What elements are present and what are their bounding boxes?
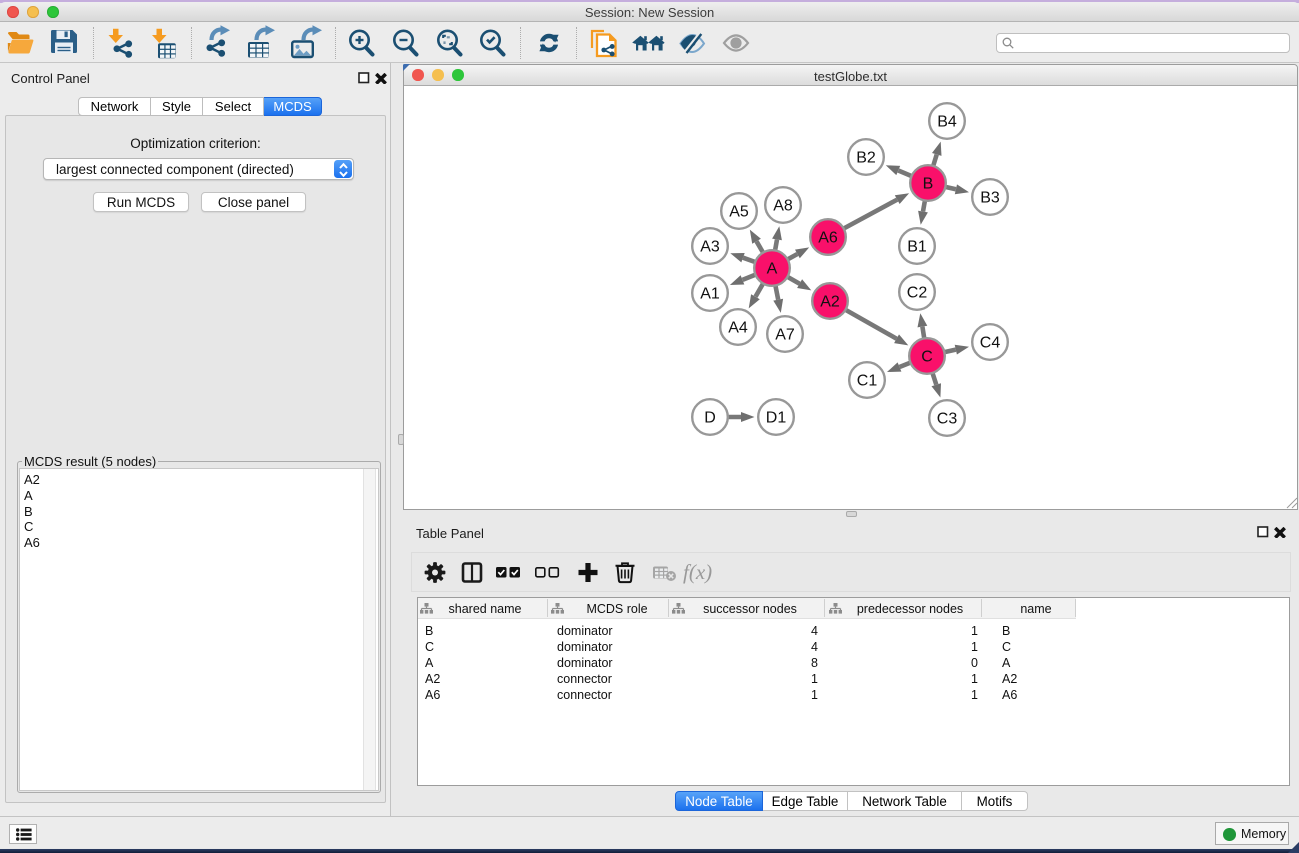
svg-text:B4: B4 [937,114,957,131]
svg-text:A6: A6 [818,230,838,247]
svg-text:C1: C1 [857,373,878,390]
svg-text:A7: A7 [775,327,795,344]
svg-text:A2: A2 [820,294,840,311]
svg-text:D1: D1 [766,410,787,427]
svg-text:C: C [921,349,933,366]
svg-text:A3: A3 [700,239,720,256]
svg-text:A5: A5 [729,204,749,221]
svg-text:A: A [767,261,778,278]
svg-text:C4: C4 [980,335,1001,352]
svg-text:f(x): f(x) [683,560,712,584]
svg-text:B3: B3 [980,190,1000,207]
svg-text:C2: C2 [907,285,928,302]
svg-text:A4: A4 [728,320,748,337]
svg-text:B1: B1 [907,239,927,256]
svg-text:A8: A8 [773,198,793,215]
svg-text:B2: B2 [856,150,876,167]
svg-text:D: D [704,410,716,427]
svg-text:A1: A1 [700,286,720,303]
svg-text:B: B [923,176,934,193]
svg-text:C3: C3 [937,411,958,428]
